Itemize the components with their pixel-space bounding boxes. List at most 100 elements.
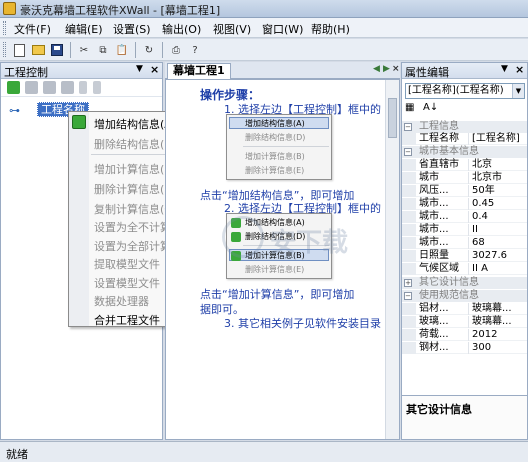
tab-prev-icon[interactable]: ◀ xyxy=(373,64,380,74)
property-row[interactable]: 工程名称 [工程名称] xyxy=(402,133,527,145)
property-row[interactable]: 荷载... 2012 xyxy=(402,329,527,341)
menu-extract-model[interactable]: 提取模型文件 xyxy=(94,256,160,272)
scrollbar-thumb[interactable] xyxy=(388,98,397,138)
menu-add-structure[interactable]: 增加结构信息(A) xyxy=(94,116,176,132)
paste-icon[interactable]: 📋 xyxy=(114,42,130,58)
property-editor-pane: 属性编辑 ▼ × [工程名称](工程名称) ▼ ▦ A↓ − 工程信息 工程名称… xyxy=(401,62,528,440)
menu-settings[interactable]: 设置(S) xyxy=(113,21,151,37)
property-row[interactable]: 城市... 0.4 xyxy=(402,211,527,223)
watermark-logo xyxy=(222,216,264,258)
node-icon[interactable] xyxy=(43,81,56,94)
menu-add-calc[interactable]: 增加计算信息(B) xyxy=(94,161,176,177)
collapse-icon[interactable]: − xyxy=(404,123,412,131)
property-row[interactable]: 气候区域 II A xyxy=(402,263,527,275)
property-row[interactable]: 城市... 68 xyxy=(402,237,527,249)
category-code-info[interactable]: − 使用规范信息 xyxy=(402,290,527,302)
watermark-text: 安下载 xyxy=(270,228,349,258)
close-icon[interactable]: × xyxy=(150,63,159,76)
property-object-value: [工程名称](工程名称) xyxy=(408,85,504,96)
menu-data-processor[interactable]: 数据处理器 xyxy=(94,293,149,309)
context-menu-gutter xyxy=(69,112,89,326)
doc-screenshot-menu-1: 增加结构信息(A) 删除结构信息(D) 增加计算信息(B) 删除计算信息(E) xyxy=(226,114,332,180)
property-row[interactable]: 城市... II xyxy=(402,224,527,236)
collapse-icon[interactable]: − xyxy=(404,148,412,156)
tab-close-icon[interactable]: × xyxy=(392,64,400,74)
menu-file[interactable]: 文件(F) xyxy=(14,21,51,37)
tree-toolbar xyxy=(1,79,162,97)
category-project-info[interactable]: − 工程信息 xyxy=(402,121,527,133)
tab-next-icon[interactable]: ▶ xyxy=(383,64,390,74)
document-content: 操作步骤： 1. 选择左边【工程控制】框中的 增加结构信息(A) 删除结构信息(… xyxy=(165,79,400,440)
status-text: 就绪 xyxy=(6,448,28,461)
pin-icon[interactable]: ▼ xyxy=(136,64,143,74)
vertical-scrollbar[interactable] xyxy=(385,80,399,439)
pin-icon[interactable]: ▼ xyxy=(501,64,508,74)
collapse-icon[interactable]: − xyxy=(404,292,412,300)
help-icon[interactable]: ? xyxy=(187,42,203,58)
property-row[interactable]: 风压... 50年 xyxy=(402,185,527,197)
cut-icon[interactable]: ✂ xyxy=(76,42,92,58)
menu-view[interactable]: 视图(V) xyxy=(213,21,251,37)
project-control-header: 工程控制 ▼ × xyxy=(1,63,162,79)
menu-window[interactable]: 窗口(W) xyxy=(262,21,303,37)
category-other-design[interactable]: + 其它设计信息 xyxy=(402,277,527,289)
node-icon[interactable] xyxy=(61,81,74,94)
menu-set-all[interactable]: 设置为全部计算 xyxy=(94,238,171,254)
pane-title: 属性编辑 xyxy=(405,66,449,79)
property-row[interactable]: 铝材... 玻璃幕... xyxy=(402,303,527,315)
property-row[interactable]: 玻璃... 玻璃幕... xyxy=(402,316,527,328)
window-title: 豪沃克幕墙工程软件XWall - [幕墙工程1] xyxy=(20,4,221,17)
menu-copy-calc[interactable]: 复制计算信息(C) xyxy=(94,201,176,217)
node-icon[interactable] xyxy=(25,81,38,94)
menu-grip-icon xyxy=(3,21,6,35)
property-row[interactable]: 省直辖市 北京 xyxy=(402,159,527,171)
description-title: 其它设计信息 xyxy=(406,403,472,416)
property-row[interactable]: 城市 北京市 xyxy=(402,172,527,184)
chevron-down-icon[interactable]: ▼ xyxy=(512,84,524,98)
categorized-icon[interactable]: ▦ xyxy=(405,102,414,113)
tree-node-icon: ⊶ xyxy=(9,104,20,117)
doc-step-3: 3. 其它相关例子见软件安装目录 xyxy=(224,317,381,330)
menu-bar: 文件(F) 编辑(E) 设置(S) 输出(O) 视图(V) 窗口(W) 帮助(H… xyxy=(0,18,528,38)
property-row[interactable]: 日照量 3027.6 xyxy=(402,250,527,262)
copy-icon[interactable]: ⧉ xyxy=(95,42,111,58)
property-object-select[interactable]: [工程名称](工程名称) ▼ xyxy=(405,83,525,99)
menu-set-none[interactable]: 设置为全不计算 xyxy=(94,219,171,235)
pane-title: 工程控制 xyxy=(4,66,48,79)
doc-line-3: 点击“增加计算信息”，即可增加 xyxy=(200,288,355,301)
menu-help[interactable]: 帮助(H) xyxy=(311,21,350,37)
property-row[interactable]: 钢材... 300 xyxy=(402,342,527,354)
doc-menu-item: 删除结构信息(D) xyxy=(245,133,306,142)
expand-icon[interactable]: + xyxy=(404,279,412,287)
menu-output[interactable]: 输出(O) xyxy=(162,21,201,37)
sort-alpha-icon[interactable]: A↓ xyxy=(423,102,438,113)
refresh-icon[interactable]: ↻ xyxy=(141,42,157,58)
new-icon[interactable] xyxy=(11,42,27,58)
arrow-down-icon[interactable] xyxy=(79,81,87,94)
category-city-info[interactable]: − 城市基本信息 xyxy=(402,146,527,158)
toolbar-grip-icon xyxy=(3,42,6,57)
document-tabs: 幕墙工程1 ◀ ▶ × xyxy=(165,62,400,79)
arrow-up-icon[interactable] xyxy=(93,81,101,94)
save-icon[interactable] xyxy=(49,42,65,58)
print-icon[interactable]: ⎙ xyxy=(168,42,184,58)
doc-menu-item: 增加结构信息(A) xyxy=(245,119,305,128)
add-structure-icon xyxy=(72,115,86,129)
menu-delete-calc[interactable]: 删除计算信息(E) xyxy=(94,181,176,197)
close-icon[interactable]: × xyxy=(515,63,524,76)
toolbar: ✂ ⧉ 📋 ↻ ⎙ ? xyxy=(0,39,528,61)
toolbar-separator xyxy=(70,42,71,58)
status-bar: 就绪 xyxy=(0,441,528,462)
menu-edit[interactable]: 编辑(E) xyxy=(65,21,103,37)
menu-set-model[interactable]: 设置模型文件 xyxy=(94,275,160,291)
add-node-icon[interactable] xyxy=(7,81,20,94)
doc-menu-item: 删除计算信息(E) xyxy=(245,265,305,274)
toolbar-separator xyxy=(162,42,163,58)
tab-project-1[interactable]: 幕墙工程1 xyxy=(167,63,231,79)
title-bar: 豪沃克幕墙工程软件XWall - [幕墙工程1] xyxy=(0,0,528,18)
doc-menu-item: 增加计算信息(B) xyxy=(245,152,305,161)
property-row[interactable]: 城市... 0.45 xyxy=(402,198,527,210)
menu-merge-project[interactable]: 合并工程文件 xyxy=(94,312,160,328)
doc-menu-item: 删除计算信息(E) xyxy=(245,166,305,175)
open-icon[interactable] xyxy=(30,42,46,58)
